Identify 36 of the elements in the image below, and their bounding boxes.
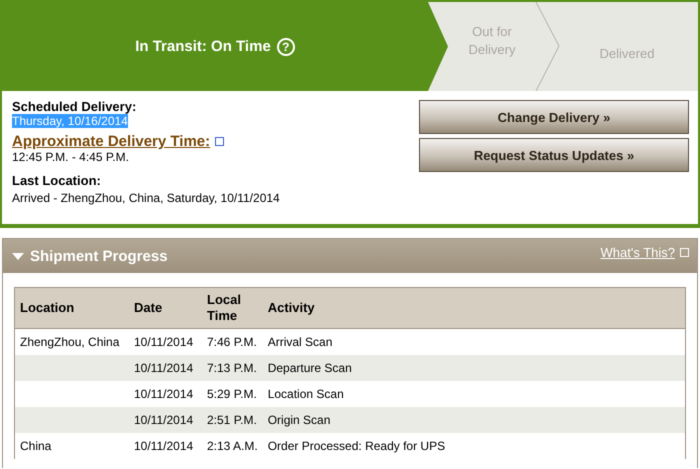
section-title: Shipment Progress (30, 248, 168, 264)
table-cell: Location Scan (262, 381, 685, 407)
column-header: Local Time (202, 288, 263, 328)
column-header: Date (129, 288, 202, 328)
field-label: Last Location: (12, 173, 102, 188)
column-header: Location (15, 288, 129, 328)
help-icon[interactable]: ? (276, 38, 295, 56)
action-button[interactable]: Request Status Updates » (419, 138, 689, 172)
table-cell: 10/11/2014 (129, 355, 202, 381)
table-cell: Departure Scan (262, 355, 685, 381)
collapse-icon[interactable] (12, 252, 24, 260)
table-cell: China (15, 433, 129, 459)
table-cell: ZhengZhou, China (15, 328, 129, 355)
approx-time-link[interactable]: Approximate Delivery Time: (12, 133, 210, 150)
step-label: Delivered (600, 44, 654, 62)
table-cell: Origin Scan (262, 407, 685, 433)
step-label: In Transit: On Time (135, 38, 271, 56)
table-cell: 10/11/2014 (129, 433, 202, 459)
column-header: Activity (262, 288, 685, 328)
table-cell: 10/11/2014 (129, 328, 202, 355)
time-window: 12:45 P.M. - 4:45 P.M. (12, 150, 280, 164)
location-text: Arrived - ZhengZhou, China, Saturday, 10/11/2014 (12, 191, 280, 205)
table-cell: 7:13 P.M. (202, 355, 263, 381)
step-label: Out for Delivery (468, 22, 516, 59)
table-cell: Arrival Scan (262, 328, 685, 355)
table-cell: 2:51 P.M. (202, 407, 263, 433)
help-icon[interactable] (215, 136, 224, 146)
delivery-date: Thursday, 10/16/2014 (12, 114, 128, 128)
table-cell: Order Processed: Ready for UPS (262, 433, 685, 459)
table-cell: 5:29 P.M. (202, 381, 263, 407)
table-cell: 2:13 A.M. (202, 433, 263, 459)
table-cell: 10/11/2014 (129, 407, 202, 433)
action-button[interactable]: Change Delivery » (419, 100, 689, 134)
table-cell: 7:46 P.M. (202, 328, 263, 355)
table-cell: 10/11/2014 (129, 381, 202, 407)
field-label: Scheduled Delivery: (12, 99, 138, 114)
